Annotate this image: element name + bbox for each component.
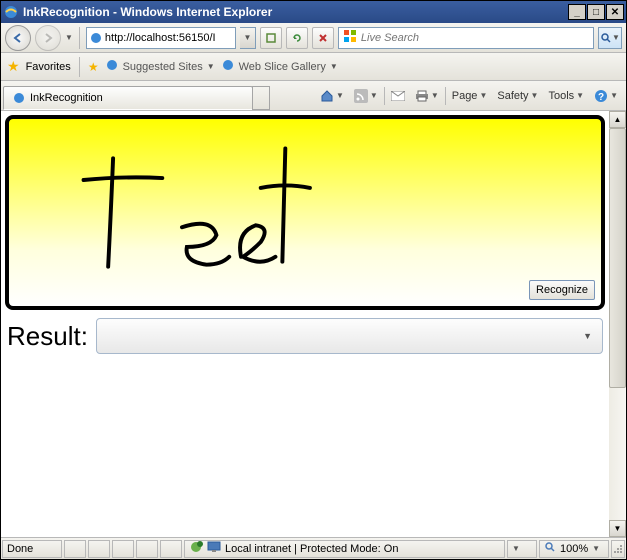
status-done: Done [2, 540, 62, 558]
scroll-track[interactable] [609, 388, 626, 520]
tab-bar: InkRecognition ▼ ▼ ▼ Page▼ Safety▼ Tools… [1, 81, 626, 111]
chevron-down-icon: ▼ [592, 544, 600, 553]
forward-button[interactable] [35, 25, 61, 51]
nav-toolbar: ▼ ▼ ▼ [1, 23, 626, 53]
ie-page-icon [89, 31, 103, 45]
status-cell [112, 540, 134, 558]
tools-menu[interactable]: Tools▼ [544, 85, 588, 107]
status-cell [88, 540, 110, 558]
page-body: Recognize Result: ▼ [1, 111, 609, 537]
safety-menu[interactable]: Safety▼ [493, 85, 542, 107]
print-button[interactable]: ▼ [411, 85, 443, 107]
recognize-button[interactable]: Recognize [529, 280, 595, 300]
feeds-button[interactable]: ▼ [350, 85, 382, 107]
favorites-star-icon[interactable]: ★ [7, 58, 20, 75]
web-slice-label: Web Slice Gallery [239, 61, 326, 73]
ink-canvas[interactable]: Recognize [5, 115, 605, 310]
address-bar[interactable] [86, 27, 236, 49]
home-button[interactable]: ▼ [316, 85, 348, 107]
scroll-down-button[interactable]: ▼ [609, 520, 626, 537]
svg-text:?: ? [598, 92, 604, 103]
status-bar: Done Local intranet | Protected Mode: On… [1, 537, 626, 559]
content-area: Recognize Result: ▼ ▲ ▼ [1, 111, 626, 537]
search-box[interactable] [338, 27, 594, 49]
suggested-sites-label: Suggested Sites [123, 61, 203, 73]
url-input[interactable] [105, 32, 233, 44]
favorites-bar: ★ Favorites ★ Suggested Sites ▼ Web Slic… [1, 53, 626, 81]
nav-history-dropdown[interactable]: ▼ [65, 33, 73, 42]
web-slice-gallery-link[interactable]: Web Slice Gallery ▼ [221, 58, 338, 75]
separator [79, 57, 80, 77]
separator [79, 27, 80, 49]
search-go-button[interactable]: ▼ [598, 27, 622, 49]
status-cell [136, 540, 158, 558]
result-row: Result: ▼ [1, 314, 609, 358]
status-security[interactable]: ▼ [507, 540, 537, 558]
ie-icon [3, 4, 19, 20]
status-cell [160, 540, 182, 558]
help-button[interactable]: ?▼ [590, 85, 622, 107]
status-zone: Local intranet | Protected Mode: On [184, 540, 505, 558]
search-input[interactable] [361, 32, 589, 44]
url-dropdown[interactable]: ▼ [240, 27, 256, 49]
search-dropdown-icon: ▼ [612, 33, 620, 42]
resize-grip[interactable] [611, 540, 625, 558]
maximize-button[interactable]: □ [587, 4, 605, 20]
compat-view-button[interactable] [260, 27, 282, 49]
close-button[interactable]: ✕ [606, 4, 624, 20]
zoom-icon [544, 541, 556, 556]
browser-window: InkRecognition - Windows Internet Explor… [0, 0, 627, 560]
ink-strokes [9, 119, 601, 306]
new-tab-button[interactable] [252, 86, 270, 110]
refresh-button[interactable] [286, 27, 308, 49]
window-buttons: _ □ ✕ [567, 4, 624, 20]
stop-button[interactable] [312, 27, 334, 49]
tab-title: InkRecognition [30, 92, 103, 104]
zoom-control[interactable]: 100% ▼ [539, 540, 609, 558]
favorites-label[interactable]: Favorites [26, 61, 71, 73]
vertical-scrollbar[interactable]: ▲ ▼ [609, 111, 626, 537]
chevron-down-icon: ▼ [207, 62, 215, 71]
ie-icon [105, 58, 119, 75]
bing-icon [343, 29, 357, 46]
chevron-down-icon: ▼ [583, 331, 592, 341]
monitor-icon [207, 540, 221, 557]
chevron-down-icon: ▼ [330, 62, 338, 71]
globe-icon [189, 540, 203, 557]
zoom-level: 100% [560, 543, 588, 555]
minimize-button[interactable]: _ [568, 4, 586, 20]
result-dropdown[interactable]: ▼ [96, 318, 603, 354]
status-cell [64, 540, 86, 558]
back-button[interactable] [5, 25, 31, 51]
read-mail-button[interactable] [387, 85, 409, 107]
ie-icon [221, 58, 235, 75]
scroll-thumb[interactable] [609, 128, 626, 388]
titlebar: InkRecognition - Windows Internet Explor… [1, 1, 626, 23]
result-label: Result: [7, 321, 88, 352]
scroll-up-button[interactable]: ▲ [609, 111, 626, 128]
window-title: InkRecognition - Windows Internet Explor… [23, 5, 567, 19]
add-favorite-icon[interactable]: ★ [88, 60, 99, 74]
suggested-sites-link[interactable]: Suggested Sites ▼ [105, 58, 215, 75]
ie-page-icon [12, 91, 26, 105]
command-bar: ▼ ▼ ▼ Page▼ Safety▼ Tools▼ ?▼ [270, 85, 626, 107]
tab-inkrecognition[interactable]: InkRecognition [3, 86, 253, 110]
status-zone-text: Local intranet | Protected Mode: On [225, 543, 398, 555]
page-menu[interactable]: Page▼ [448, 85, 492, 107]
